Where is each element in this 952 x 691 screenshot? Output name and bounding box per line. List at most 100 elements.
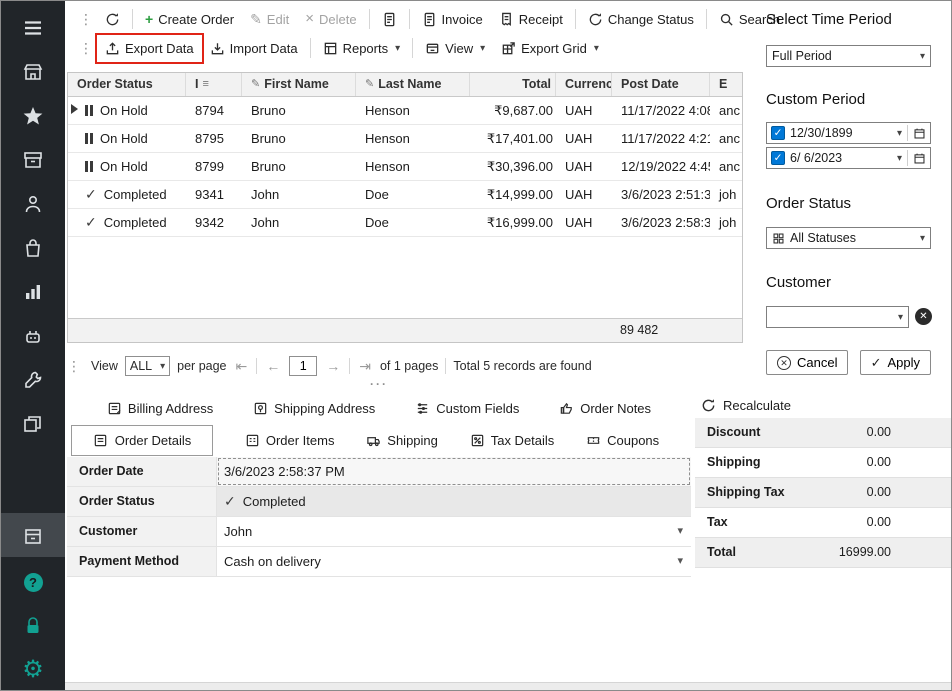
sidebar-item-customers[interactable]: [1, 185, 65, 223]
recalculate-button[interactable]: Recalculate: [695, 392, 951, 418]
column-header-order-status[interactable]: Order Status: [68, 73, 186, 96]
toolbar-drag-handle[interactable]: ⋮: [79, 40, 92, 57]
print-document-button[interactable]: [375, 8, 404, 31]
receipt-icon: [499, 12, 514, 27]
sidebar-item-cards[interactable]: [1, 405, 65, 443]
tab-billing-address[interactable]: Billing Address: [107, 401, 213, 416]
detail-tabs-bottom: Order Details Order Items Shipping Tax D…: [67, 424, 691, 456]
sidebar-item-store[interactable]: [1, 53, 65, 91]
column-header-first-name[interactable]: ✎First Name: [242, 73, 356, 96]
checkbox-checked-icon[interactable]: ✓: [771, 151, 785, 165]
toolbar-separator: [706, 9, 707, 29]
sidebar-item-reports[interactable]: [1, 273, 65, 311]
refresh-button[interactable]: [98, 8, 127, 31]
column-header-currency[interactable]: Currency: [556, 73, 612, 96]
tab-tax-details[interactable]: Tax Details: [470, 433, 555, 448]
apply-button[interactable]: ✓ Apply: [860, 350, 931, 375]
coupons-icon: [586, 433, 601, 448]
first-page-button[interactable]: ⇤: [234, 358, 250, 375]
order-items-icon: [245, 433, 260, 448]
date-to-picker[interactable]: ✓ 6/ 6/2023 ▾: [766, 147, 931, 169]
customer-input[interactable]: [772, 309, 896, 325]
table-empty-area: [68, 237, 742, 318]
checkbox-checked-icon[interactable]: ✓: [771, 126, 785, 140]
last-page-button[interactable]: ⇥: [357, 358, 373, 375]
statuses-icon: [772, 232, 785, 245]
sidebar-item-tools[interactable]: [1, 361, 65, 399]
payment-method-label: Payment Method: [67, 547, 217, 576]
customer-label: Customer: [67, 517, 217, 546]
export-grid-button[interactable]: Export Grid ▾: [494, 37, 606, 60]
separator: [907, 150, 908, 166]
page-size-select[interactable]: ALL ▾: [125, 356, 170, 376]
table-row[interactable]: ✓Completed 9341 John Doe ₹14,999.00 UAH …: [68, 181, 742, 209]
import-data-button[interactable]: Import Data: [203, 37, 305, 60]
table-row[interactable]: On Hold 8794 Bruno Henson ₹9,687.00 UAH …: [68, 97, 742, 125]
order-status-select[interactable]: All Statuses ▾: [766, 227, 931, 249]
sidebar-item-favorites[interactable]: [1, 97, 65, 135]
pager-drag-handle[interactable]: ⋮: [67, 358, 80, 375]
change-status-icon: [588, 12, 603, 27]
sidebar-item-lock[interactable]: [1, 607, 65, 645]
current-row-indicator: [71, 104, 78, 114]
reports-button[interactable]: Reports ▾: [316, 37, 408, 60]
check-icon: ✓: [85, 209, 97, 236]
tab-order-items[interactable]: Order Items: [245, 433, 335, 448]
sidebar-item-settings[interactable]: ⚙: [1, 651, 65, 689]
toolbar-drag-handle[interactable]: ⋮: [79, 11, 92, 28]
page-number-input[interactable]: [289, 356, 317, 376]
reports-icon: [323, 41, 338, 56]
cancel-button[interactable]: ✕ Cancel: [766, 350, 848, 375]
view-button[interactable]: View ▾: [418, 37, 492, 60]
table-row[interactable]: On Hold 8795 Bruno Henson ₹17,401.00 UAH…: [68, 125, 742, 153]
toolbar-separator: [409, 9, 410, 29]
sidebar-item-plugins[interactable]: [1, 317, 65, 355]
create-order-button[interactable]: + Create Order: [138, 8, 241, 31]
next-page-button[interactable]: →: [324, 358, 342, 374]
sidebar-item-orders[interactable]: [1, 517, 65, 555]
receipt-button[interactable]: Receipt: [492, 8, 570, 31]
pause-icon: [85, 161, 88, 172]
tab-order-notes[interactable]: Order Notes: [559, 401, 651, 416]
time-period-select[interactable]: Full Period ▾: [766, 45, 931, 67]
export-data-label: Export Data: [125, 41, 194, 56]
customer-field[interactable]: John: [217, 517, 691, 546]
chevron-down-icon: ▾: [897, 128, 902, 139]
chevron-down-icon: ▾: [395, 43, 400, 54]
date-from-picker[interactable]: ✓ 12/30/1899 ▾: [766, 122, 931, 144]
sidebar-item-sales[interactable]: [1, 229, 65, 267]
column-header-total[interactable]: Total: [470, 73, 556, 96]
change-status-button[interactable]: Change Status: [581, 8, 701, 31]
export-data-button[interactable]: Export Data: [98, 37, 201, 60]
column-header-last-name[interactable]: ✎Last Name: [356, 73, 470, 96]
sidebar-item-menu[interactable]: [1, 9, 65, 47]
status-bar: [65, 682, 951, 690]
order-status-field[interactable]: ✓ Completed: [217, 487, 691, 516]
tab-shipping-address[interactable]: Shipping Address: [253, 401, 375, 416]
column-header-post-date[interactable]: Post Date: [612, 73, 710, 96]
order-date-field[interactable]: 3/6/2023 2:58:37 PM: [217, 457, 691, 486]
panel-splitter-handle[interactable]: ···: [67, 379, 691, 389]
sidebar-item-archive[interactable]: [1, 141, 65, 179]
customer-combo[interactable]: ▾: [766, 306, 909, 328]
totals-row-total: Total16999.00: [695, 538, 951, 568]
filter-panel: Select Time Period Full Period ▾ Custom …: [763, 1, 951, 391]
payment-method-field[interactable]: Cash on delivery: [217, 547, 691, 576]
tab-coupons[interactable]: Coupons: [586, 433, 659, 448]
prev-page-button[interactable]: ←: [264, 358, 282, 374]
column-header-email[interactable]: E: [710, 73, 742, 96]
delete-button[interactable]: × Delete: [298, 8, 363, 31]
table-row[interactable]: ✓Completed 9342 John Doe ₹16,999.00 UAH …: [68, 209, 742, 237]
clear-customer-button[interactable]: ✕: [915, 308, 932, 325]
table-row[interactable]: On Hold 8799 Bruno Henson ₹30,396.00 UAH…: [68, 153, 742, 181]
separator: [907, 125, 908, 141]
invoice-icon: [422, 12, 437, 27]
tab-custom-fields[interactable]: Custom Fields: [415, 401, 519, 416]
tab-shipping[interactable]: Shipping: [366, 433, 438, 448]
sidebar-item-help[interactable]: ?: [1, 563, 65, 601]
column-header-id[interactable]: I≡: [186, 73, 242, 96]
invoice-button[interactable]: Invoice: [415, 8, 490, 31]
tab-order-details[interactable]: Order Details: [71, 425, 213, 456]
export-grid-label: Export Grid: [521, 41, 587, 56]
edit-button[interactable]: ✎ Edit: [243, 8, 296, 31]
